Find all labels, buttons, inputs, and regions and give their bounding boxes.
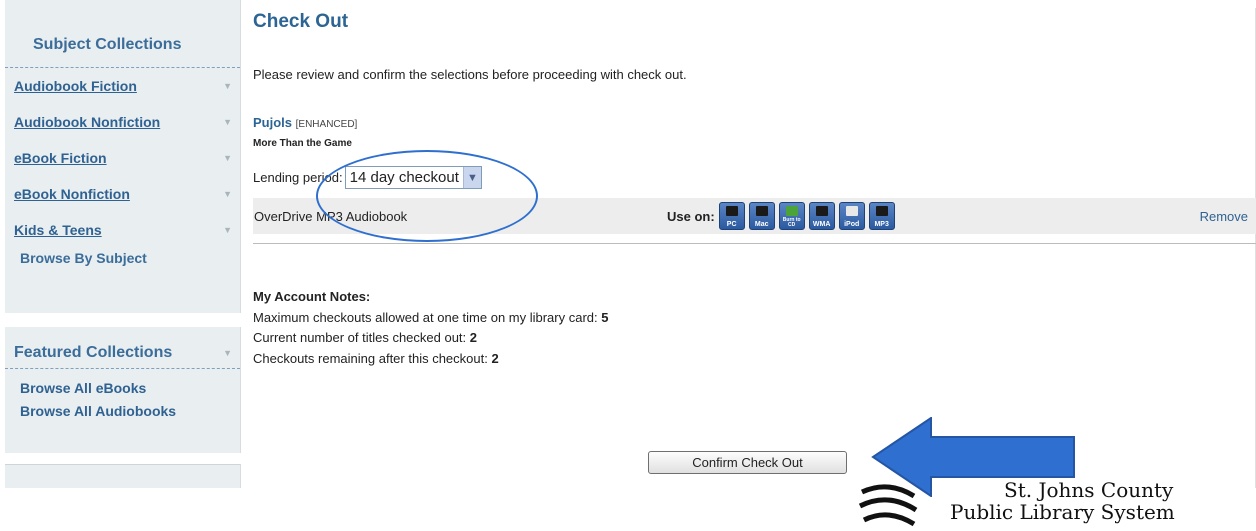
confirm-check-out-button[interactable]: Confirm Check Out — [648, 451, 847, 474]
sidebar-item-label[interactable]: Audiobook Nonfiction — [14, 114, 160, 130]
page-title: Check Out — [253, 11, 349, 32]
browse-all-audiobooks-link[interactable]: Browse All Audiobooks — [20, 400, 240, 423]
sidebar-item-label[interactable]: eBook Fiction — [14, 150, 107, 166]
wma-player-icon[interactable]: WMA — [808, 202, 835, 230]
chevron-down-icon[interactable]: ▼ — [223, 189, 232, 199]
item-title-row: Pujols [ENHANCED] — [253, 115, 357, 130]
sidebar-item-kids-teens[interactable]: Kids & Teens ▼ — [5, 212, 240, 248]
mac-icon[interactable]: Mac — [748, 202, 775, 230]
logo-line1: St. Johns County — [1004, 478, 1174, 502]
library-logo: St. Johns County Public Library System — [858, 478, 1256, 531]
chevron-down-icon[interactable]: ▼ — [223, 81, 232, 91]
mp3-player-icon[interactable]: MP3 — [868, 202, 895, 230]
logo-line2: Public Library System — [950, 500, 1175, 524]
chevron-down-icon[interactable]: ▼ — [223, 225, 232, 235]
intro-text: Please review and confirm the selections… — [253, 67, 687, 82]
subject-collections-title: Subject Collections — [5, 0, 240, 68]
note-current-checkouts: Current number of titles checked out: 2 — [253, 330, 478, 346]
chevron-down-icon[interactable]: ▼ — [223, 153, 232, 163]
chevron-down-icon[interactable]: ▼ — [223, 348, 232, 358]
sidebar-item-ebook-fiction[interactable]: eBook Fiction ▼ — [5, 140, 240, 176]
sidebar: Subject Collections Audiobook Fiction ▼ … — [5, 0, 241, 488]
sidebar-item-label[interactable]: Audiobook Fiction — [14, 78, 137, 94]
library-logo-mark-icon — [858, 484, 918, 527]
sidebar-bottom-panel — [5, 464, 241, 488]
ipod-icon[interactable]: iPod — [838, 202, 865, 230]
sidebar-item-label[interactable]: eBook Nonfiction — [14, 186, 130, 202]
highlight-ellipse — [316, 150, 538, 242]
use-on-label: Use on: — [667, 208, 715, 224]
account-notes: My Account Notes: Maximum checkouts allo… — [253, 287, 609, 369]
featured-collections-title: Featured Collections — [14, 343, 173, 361]
burn-to-cd-icon[interactable]: Burn to CD — [778, 202, 805, 230]
enhanced-tag: [ENHANCED] — [295, 119, 358, 130]
divider — [253, 243, 1256, 244]
note-remaining-checkouts: Checkouts remaining after this checkout:… — [253, 350, 499, 366]
account-notes-heading: My Account Notes: — [253, 289, 371, 304]
sidebar-item-ebook-nonfiction[interactable]: eBook Nonfiction ▼ — [5, 176, 240, 212]
featured-collections-panel: Featured Collections ▼ Browse All eBooks… — [5, 327, 241, 453]
featured-collections-header[interactable]: Featured Collections ▼ — [5, 327, 240, 369]
item-subtitle: More Than the Game — [253, 138, 352, 149]
browse-all-ebooks-link[interactable]: Browse All eBooks — [20, 377, 240, 400]
pc-icon[interactable]: PC — [718, 202, 745, 230]
sidebar-item-audiobook-fiction[interactable]: Audiobook Fiction ▼ — [5, 68, 240, 104]
item-title-link[interactable]: Pujols — [253, 115, 292, 130]
subject-collections-panel: Subject Collections Audiobook Fiction ▼ … — [5, 0, 241, 313]
sidebar-item-label[interactable]: Kids & Teens — [14, 222, 102, 238]
chevron-down-icon[interactable]: ▼ — [223, 117, 232, 127]
checkout-main: Check Out Please review and confirm the … — [253, 0, 1256, 531]
sidebar-item-audiobook-nonfiction[interactable]: Audiobook Nonfiction ▼ — [5, 104, 240, 140]
remove-link[interactable]: Remove — [1200, 209, 1248, 224]
note-max-checkouts: Maximum checkouts allowed at one time on… — [253, 309, 609, 325]
browse-by-subject-link[interactable]: Browse By Subject — [5, 248, 240, 266]
